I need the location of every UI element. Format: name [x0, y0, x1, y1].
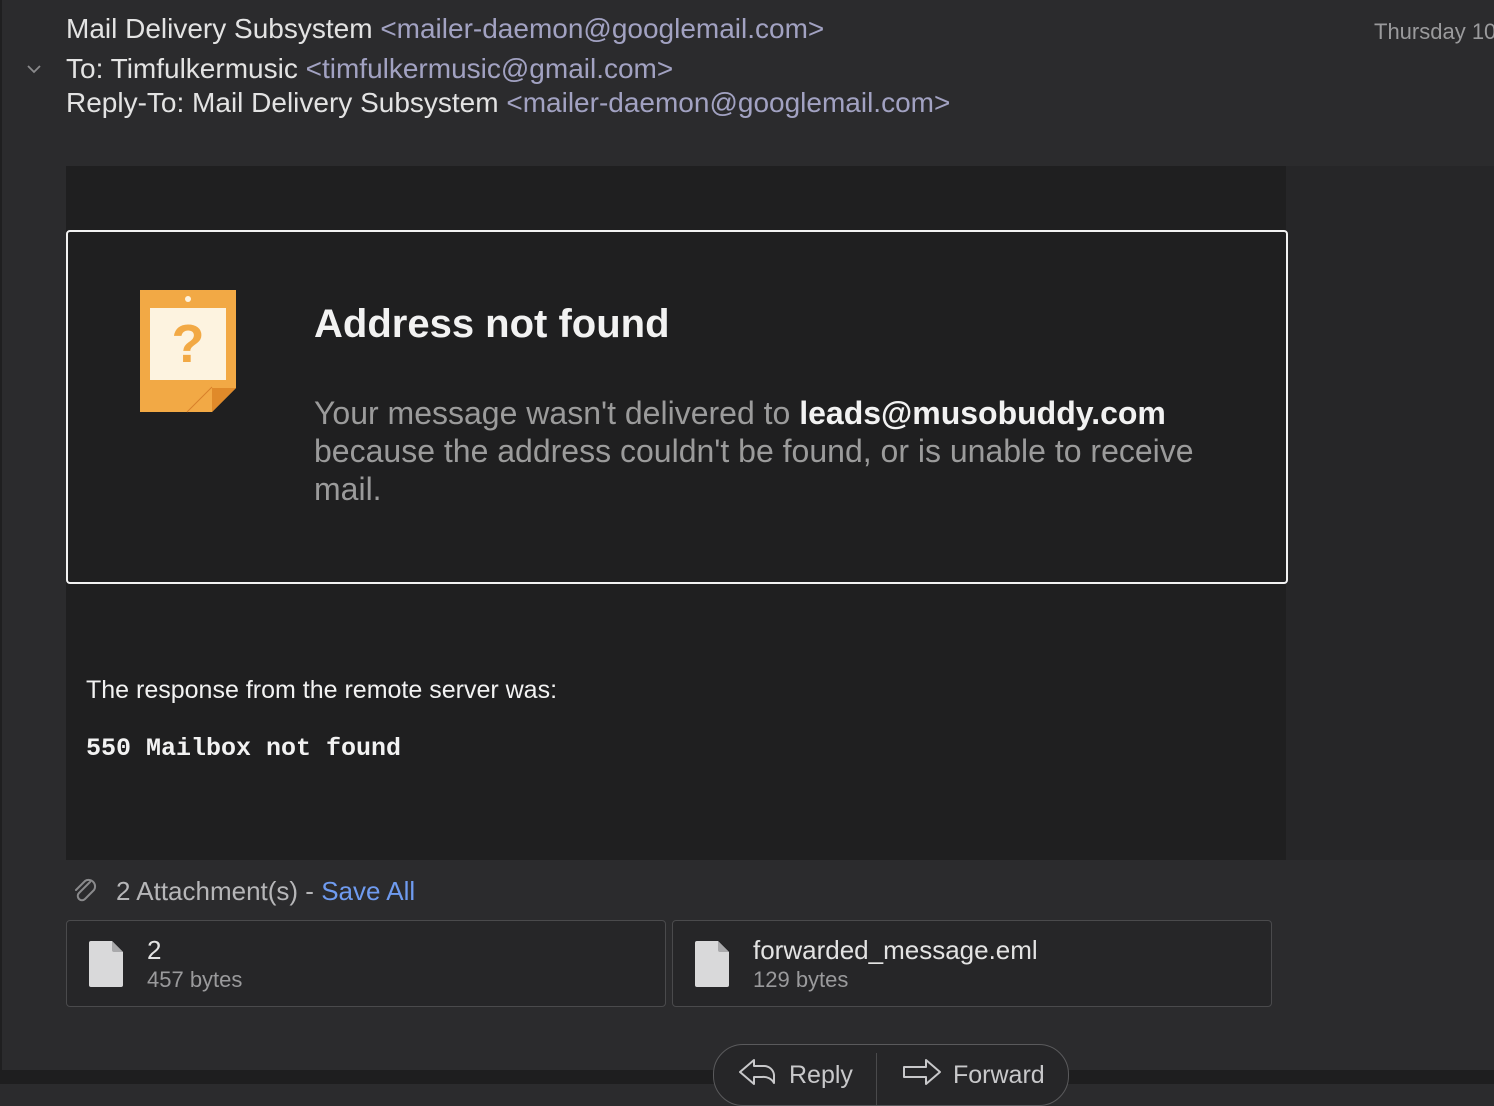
error-text-before: Your message wasn't delivered to: [314, 395, 800, 431]
to-address[interactable]: <timfulkermusic@gmail.com>: [306, 53, 674, 84]
response-code: 550 Mailbox not found: [86, 734, 402, 763]
svg-text:?: ?: [172, 314, 205, 374]
sender-line: Mail Delivery Subsystem <mailer-daemon@g…: [66, 13, 824, 45]
to-prefix: To:: [66, 53, 111, 84]
reply-to-address[interactable]: <mailer-daemon@googlemail.com>: [506, 87, 950, 118]
paperclip-icon: [75, 878, 97, 902]
failed-recipient: leads@musobuddy.com: [799, 395, 1166, 431]
attachment-name: 2: [147, 935, 162, 965]
error-text-after: because the address couldn't be found, o…: [314, 433, 1194, 507]
attachment-item[interactable]: forwarded_message.eml 129 bytes: [672, 920, 1272, 1007]
attachment-size: 457 bytes: [147, 967, 243, 992]
window-left-edge: [0, 0, 2, 1084]
to-line: To: Timfulkermusic <timfulkermusic@gmail…: [66, 53, 673, 85]
error-description: Your message wasn't delivered to leads@m…: [314, 394, 1234, 508]
file-icon: [695, 941, 729, 987]
reply-forward-bar: Reply Forward: [713, 1044, 1069, 1106]
reply-to-name[interactable]: Mail Delivery Subsystem: [192, 87, 499, 118]
reply-to-line: Reply-To: Mail Delivery Subsystem <maile…: [66, 87, 950, 119]
action-divider: [876, 1053, 877, 1105]
attachments-count: 2 Attachment(s) -: [116, 876, 322, 906]
attachment-item[interactable]: 2 457 bytes: [66, 920, 666, 1007]
to-name[interactable]: Timfulkermusic: [111, 53, 298, 84]
forward-label: Forward: [953, 1061, 1045, 1089]
sender-name[interactable]: Mail Delivery Subsystem: [66, 13, 373, 44]
sender-address[interactable]: <mailer-daemon@googlemail.com>: [380, 13, 824, 44]
reply-arrow-icon: [739, 1059, 775, 1085]
message-body-margin: [1286, 166, 1494, 860]
attachment-name: forwarded_message.eml: [753, 935, 1038, 965]
attachment-size: 129 bytes: [753, 967, 849, 992]
attachments-count-line: 2 Attachment(s) - Save All: [116, 876, 415, 907]
forward-arrow-icon: [903, 1059, 941, 1085]
error-title: Address not found: [314, 302, 670, 346]
error-card: ? Address not found Your message wasn't …: [66, 230, 1288, 584]
file-icon: [89, 941, 123, 987]
save-all-link[interactable]: Save All: [321, 876, 415, 906]
response-label: The response from the remote server was:: [86, 676, 558, 704]
message-date: Thursday 10: [1374, 19, 1494, 44]
chevron-down-icon[interactable]: [26, 62, 42, 76]
reply-to-prefix: Reply-To:: [66, 87, 193, 118]
reply-button[interactable]: Reply: [714, 1045, 876, 1105]
reply-label: Reply: [789, 1061, 853, 1089]
question-note-icon: ?: [140, 290, 236, 413]
forward-button[interactable]: Forward: [878, 1045, 1068, 1105]
